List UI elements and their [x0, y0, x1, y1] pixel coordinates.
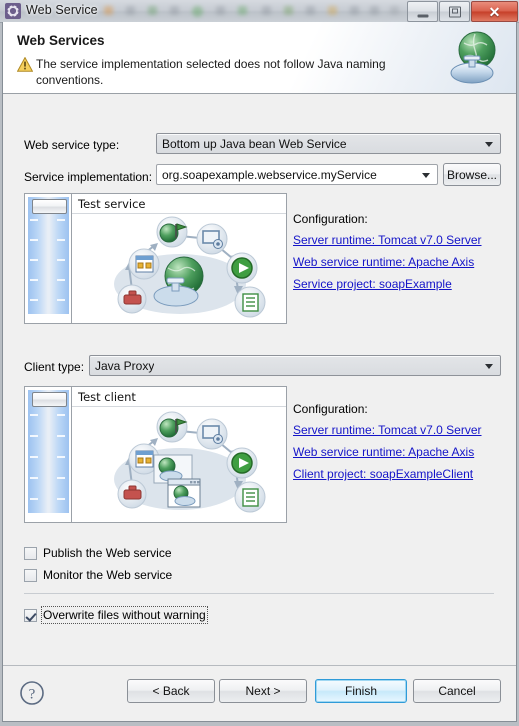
chevron-down-icon [485, 141, 493, 147]
slider-ticks-right [57, 197, 67, 314]
service-preview-title: Test service [78, 197, 146, 211]
service-config-link-project[interactable]: Service project: soapExample [293, 277, 452, 291]
monitor-web-service-checkbox-row[interactable]: Monitor the Web service [24, 567, 172, 583]
publish-web-service-checkbox-row[interactable]: Publish the Web service [24, 545, 172, 561]
client-preview-title: Test client [78, 390, 136, 404]
options-divider [24, 593, 494, 594]
monitor-web-service-checkbox[interactable] [24, 568, 37, 582]
maximize-button[interactable] [439, 1, 470, 22]
client-generation-slider[interactable] [25, 387, 72, 522]
service-generation-slider[interactable] [25, 194, 72, 323]
service-illustration-panel: Test service [72, 194, 286, 323]
service-implementation-value: org.soapexample.webservice.myService [162, 167, 377, 182]
publish-web-service-checkbox[interactable] [24, 546, 37, 560]
test-service-illustration [72, 214, 288, 322]
client-config-link-ws-runtime[interactable]: Web service runtime: Apache Axis [293, 445, 474, 459]
dialog-button-bar: ? < Back Next > Finish Cancel [3, 665, 516, 721]
titlebar-aero-reflection [100, 2, 400, 20]
window-controls: ✕ [406, 1, 518, 22]
service-type-value: Bottom up Java bean Web Service [162, 136, 347, 151]
overwrite-files-checkbox-row[interactable]: Overwrite files without warning [24, 606, 208, 624]
warning-triangle-icon [16, 56, 34, 72]
service-implementation-combo[interactable]: org.soapexample.webservice.myService [156, 164, 438, 185]
service-type-label: Web service type: [24, 138, 120, 152]
service-implementation-label: Service implementation: [24, 170, 153, 184]
maximize-icon [448, 6, 461, 17]
client-config-link-project[interactable]: Client project: soapExampleClient [293, 467, 473, 481]
client-config-title: Configuration: [293, 402, 368, 416]
gear-icon [5, 3, 21, 19]
service-config-title: Configuration: [293, 212, 368, 226]
client-illustration-panel: Test client [72, 387, 286, 522]
close-icon: ✕ [488, 3, 501, 20]
web-service-globe-icon [442, 26, 506, 90]
client-preview-group: Test client [24, 386, 287, 523]
service-config-link-server-runtime[interactable]: Server runtime: Tomcat v7.0 Server [293, 233, 482, 247]
close-button[interactable]: ✕ [471, 1, 518, 22]
window-title: Web Service [26, 3, 98, 17]
overwrite-files-checkbox[interactable] [24, 608, 37, 622]
web-service-wizard-window: Web Service ✕ Web Services The service i… [0, 0, 519, 726]
help-question-icon[interactable]: ? [19, 680, 45, 706]
finish-button[interactable]: Finish [315, 679, 407, 703]
validation-message: The service implementation selected does… [36, 57, 386, 87]
svg-text:?: ? [29, 687, 36, 703]
wizard-header-banner: Web Services The service implementation … [3, 22, 516, 94]
slider-ticks-right [57, 390, 67, 513]
chevron-down-icon [422, 172, 430, 178]
title-bar: Web Service ✕ [0, 0, 519, 23]
service-type-combo[interactable]: Bottom up Java bean Web Service [156, 133, 501, 154]
client-type-value: Java Proxy [95, 358, 155, 373]
back-button[interactable]: < Back [127, 679, 215, 703]
publish-web-service-label: Publish the Web service [43, 546, 172, 560]
minimize-button[interactable] [407, 1, 438, 22]
service-preview-group: Test service [24, 193, 287, 324]
slider-thumb[interactable] [32, 392, 67, 407]
page-title: Web Services [17, 33, 105, 48]
client-type-combo[interactable]: Java Proxy [89, 355, 501, 376]
next-button[interactable]: Next > [219, 679, 307, 703]
client-type-label: Client type: [24, 360, 85, 374]
client-config-link-server-runtime[interactable]: Server runtime: Tomcat v7.0 Server [293, 423, 482, 437]
cancel-button[interactable]: Cancel [413, 679, 501, 703]
service-config-link-ws-runtime[interactable]: Web service runtime: Apache Axis [293, 255, 474, 269]
test-client-illustration [72, 407, 288, 521]
chevron-down-icon [485, 363, 493, 369]
overwrite-files-label: Overwrite files without warning [41, 606, 208, 624]
minimize-icon [417, 14, 428, 17]
monitor-web-service-label: Monitor the Web service [43, 568, 173, 582]
slider-thumb[interactable] [32, 199, 67, 214]
dialog-client-area: Web Services The service implementation … [2, 22, 517, 722]
slider-ticks-left [30, 390, 40, 513]
slider-ticks-left [30, 197, 40, 314]
browse-button[interactable]: Browse... [443, 163, 501, 186]
